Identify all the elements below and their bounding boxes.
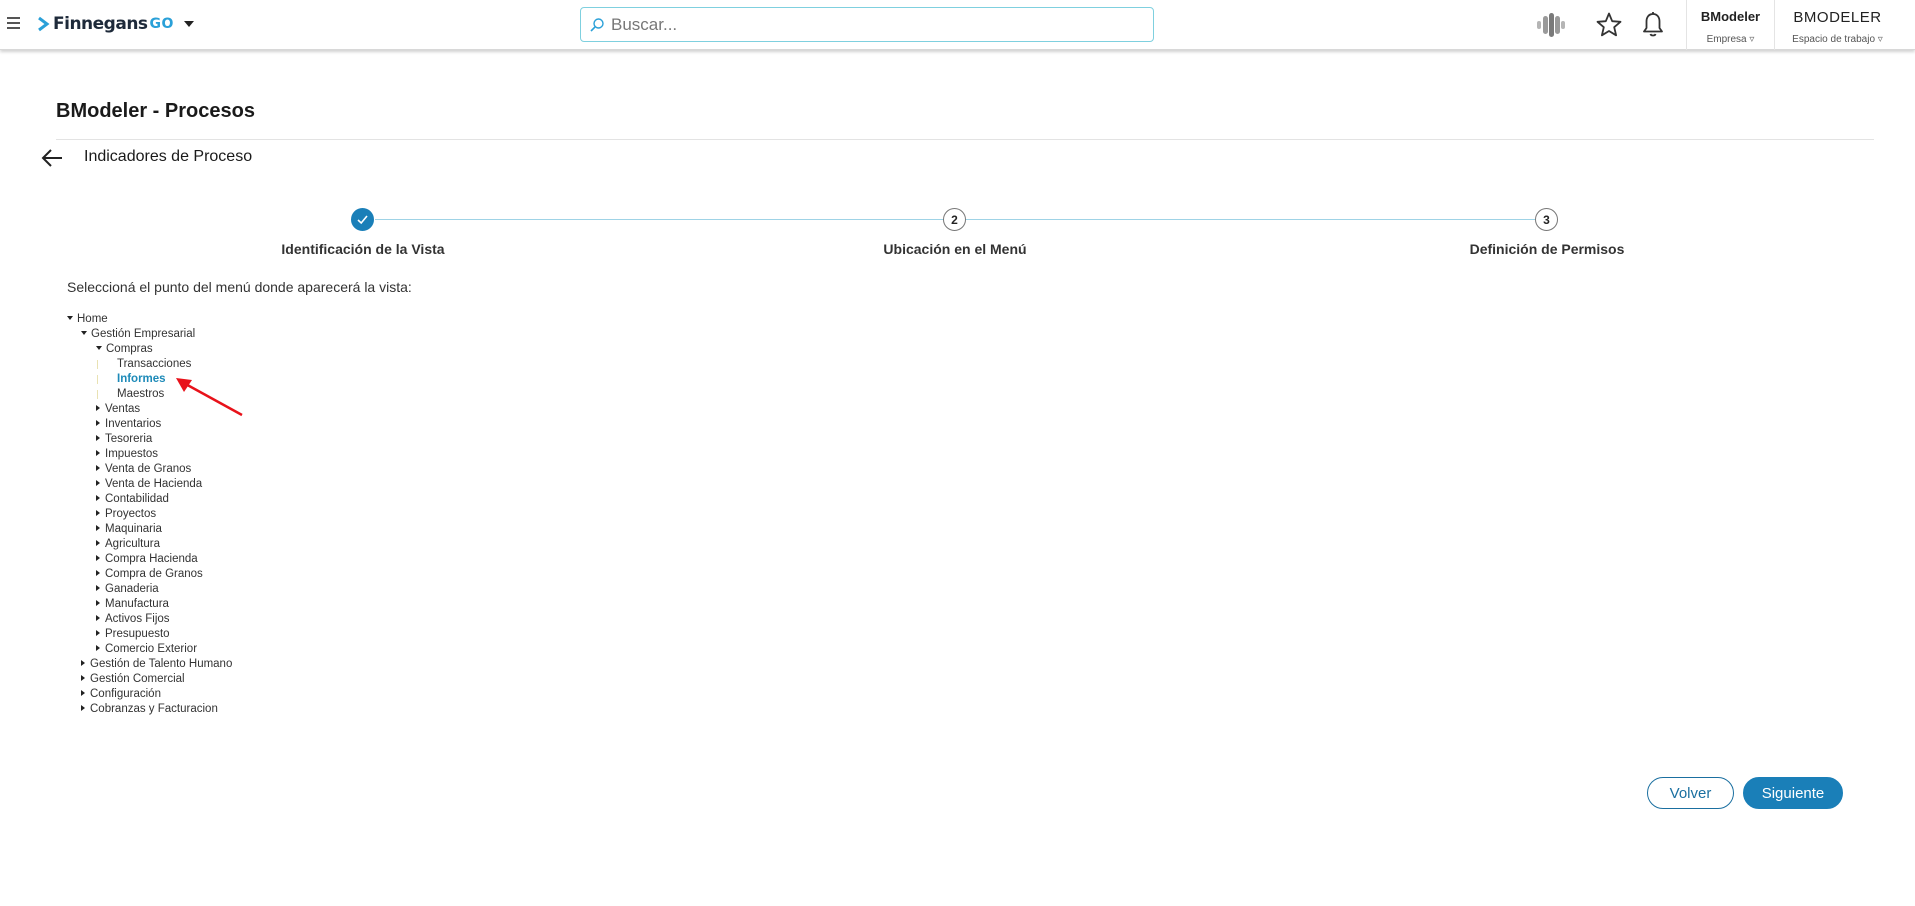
tree-node-manufactura[interactable]: Manufactura: [96, 597, 169, 612]
tree-node-configuracion[interactable]: Configuración: [81, 687, 161, 702]
bell-icon[interactable]: [1638, 11, 1668, 39]
tree-guide: [97, 390, 98, 399]
tree-node-ganaderia[interactable]: Ganaderia: [96, 582, 159, 597]
tree-node-ventas[interactable]: Ventas: [96, 402, 140, 417]
tree-node-maquinaria[interactable]: Maquinaria: [96, 522, 162, 537]
caret-right-icon[interactable]: [96, 524, 100, 531]
step-1-circle: [351, 208, 374, 231]
tree-node-home[interactable]: Home: [67, 312, 108, 327]
tree-node-comercio-exterior[interactable]: Comercio Exterior: [96, 642, 197, 657]
tree-node-gestion-comercial[interactable]: Gestión Comercial: [81, 672, 185, 687]
step-3-label: Definición de Permisos: [1469, 241, 1625, 257]
tree-node-presupuesto[interactable]: Presupuesto: [96, 627, 170, 642]
tree-node-agricultura[interactable]: Agricultura: [96, 537, 160, 552]
back-arrow-icon[interactable]: [40, 146, 64, 170]
workspace-label: Espacio de trabajo: [1775, 34, 1900, 45]
tree-guide: [97, 375, 98, 384]
caret-right-icon[interactable]: [96, 569, 100, 576]
tree-node-activos-fijos[interactable]: Activos Fijos: [96, 612, 170, 627]
check-icon: [357, 215, 368, 225]
step-1-label: Identificación de la Vista: [281, 241, 445, 257]
caret-right-icon[interactable]: [81, 689, 85, 696]
search-input[interactable]: [611, 14, 1131, 35]
caret-right-icon[interactable]: [96, 584, 100, 591]
top-bar: Finnegans GO BModeler Empres: [0, 0, 1915, 50]
search-icon: [590, 17, 604, 32]
company-selector[interactable]: BModeler Empresa: [1686, 0, 1774, 50]
caret-right-icon[interactable]: [96, 614, 100, 621]
tree-node-compras[interactable]: Compras: [96, 342, 153, 357]
tree-node-compra-hacienda[interactable]: Compra Hacienda: [96, 552, 198, 567]
tree-node-proyectos[interactable]: Proyectos: [96, 507, 156, 522]
annotation-arrow-icon: [176, 378, 243, 417]
caret-down-icon[interactable]: [96, 345, 102, 350]
caret-right-icon[interactable]: [96, 629, 100, 636]
tree-node-inventarios[interactable]: Inventarios: [96, 417, 161, 432]
app-logo-switcher[interactable]: Finnegans GO: [37, 13, 194, 35]
search-box[interactable]: [580, 7, 1154, 42]
back-button[interactable]: Volver: [1647, 777, 1734, 809]
chevron-down-icon: [183, 21, 194, 27]
tree-node-venta-de-granos[interactable]: Venta de Granos: [96, 462, 191, 477]
page-title: BModeler - Procesos: [56, 100, 255, 122]
caret-right-icon[interactable]: [96, 464, 100, 471]
caret-right-icon[interactable]: [96, 419, 100, 426]
divider: [56, 139, 1874, 140]
caret-right-icon[interactable]: [96, 539, 100, 546]
brand-name: Finnegans: [53, 14, 148, 34]
caret-right-icon[interactable]: [81, 674, 85, 681]
ai-assistant-icon[interactable]: [1536, 11, 1566, 39]
tree-node-tesoreria[interactable]: Tesoreria: [96, 432, 152, 447]
star-icon[interactable]: [1594, 11, 1624, 39]
tree-node-contabilidad[interactable]: Contabilidad: [96, 492, 169, 507]
caret-right-icon[interactable]: [96, 644, 100, 651]
tree-node-maestros[interactable]: Maestros: [117, 387, 164, 402]
caret-right-icon[interactable]: [96, 599, 100, 606]
next-button[interactable]: Siguiente: [1743, 777, 1843, 809]
caret-right-icon[interactable]: [96, 509, 100, 516]
caret-right-icon[interactable]: [96, 479, 100, 486]
company-name: BModeler: [1700, 9, 1761, 24]
step-2-label: Ubicación en el Menú: [883, 241, 1027, 257]
page-subtitle: Indicadores de Proceso: [84, 148, 253, 165]
tree-node-venta-de-hacienda[interactable]: Venta de Hacienda: [96, 477, 202, 492]
step-3-circle: 3: [1535, 208, 1558, 231]
caret-right-icon[interactable]: [96, 404, 100, 411]
tree-guide: [97, 360, 98, 369]
tree-node-informes[interactable]: Informes: [117, 372, 166, 387]
tree-node-impuestos[interactable]: Impuestos: [96, 447, 158, 462]
instruction-text: Seleccioná el punto del menú donde apare…: [67, 279, 412, 295]
step-2-circle: 2: [943, 208, 966, 231]
caret-right-icon[interactable]: [81, 704, 85, 711]
brand-suffix: GO: [149, 16, 174, 32]
caret-down-icon[interactable]: [81, 330, 87, 335]
tree-node-gestion-empresarial[interactable]: Gestión Empresarial: [81, 327, 195, 342]
caret-right-icon[interactable]: [96, 449, 100, 456]
tree-node-transacciones[interactable]: Transacciones: [117, 357, 191, 372]
caret-right-icon[interactable]: [96, 434, 100, 441]
step-connector: [375, 219, 944, 220]
caret-right-icon[interactable]: [81, 659, 85, 666]
workspace-name: BMODELER: [1793, 9, 1882, 26]
tree-node-gestion-talento-humano[interactable]: Gestión de Talento Humano: [81, 657, 232, 672]
caret-right-icon[interactable]: [96, 554, 100, 561]
workspace-selector[interactable]: BMODELER Espacio de trabajo: [1774, 0, 1900, 50]
tree-node-cobranzas-facturacion[interactable]: Cobranzas y Facturacion: [81, 702, 218, 717]
tree-node-compra-de-granos[interactable]: Compra de Granos: [96, 567, 203, 582]
finnegans-logo-icon: [38, 16, 50, 32]
company-label: Empresa: [1687, 34, 1774, 45]
caret-down-icon[interactable]: [67, 315, 73, 320]
step-connector: [966, 219, 1535, 220]
menu-icon[interactable]: [7, 17, 20, 29]
caret-right-icon[interactable]: [96, 494, 100, 501]
